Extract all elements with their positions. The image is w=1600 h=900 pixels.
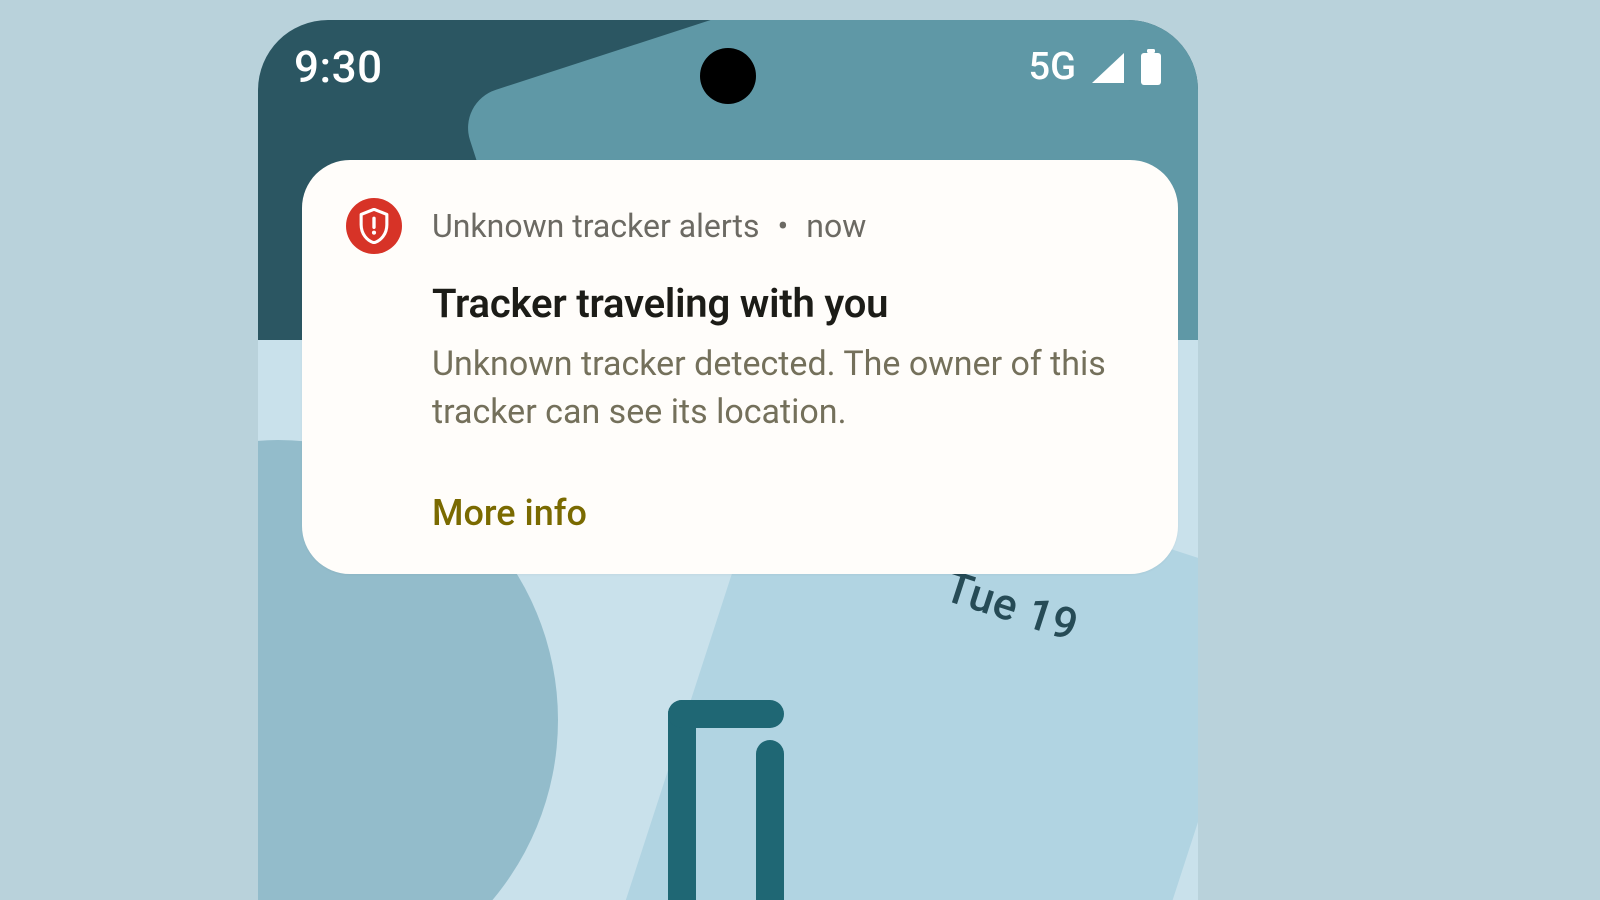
notification-text: Unknown tracker detected. The owner of t… <box>432 341 1132 436</box>
notification-separator: • <box>777 207 788 245</box>
battery-icon <box>1140 49 1162 85</box>
network-type-label: 5G <box>1029 45 1076 89</box>
wallpaper-luggage-handle <box>668 700 784 728</box>
more-info-button[interactable]: More info <box>432 492 587 534</box>
notification-card[interactable]: Unknown tracker alerts • now Tracker tra… <box>302 160 1178 574</box>
screenshot-canvas: Tue 19 9:30 5G <box>0 0 1600 900</box>
camera-punch-hole <box>700 48 756 104</box>
notification-body: Tracker traveling with you Unknown track… <box>346 254 1134 534</box>
notification-app-name: Unknown tracker alerts <box>432 207 759 245</box>
notification-timestamp: now <box>806 207 866 245</box>
shield-alert-icon <box>346 198 402 254</box>
notification-title: Tracker traveling with you <box>432 280 1134 327</box>
phone-frame: Tue 19 9:30 5G <box>258 20 1198 900</box>
notification-header: Unknown tracker alerts • now <box>346 198 1134 254</box>
notification-app-line: Unknown tracker alerts • now <box>432 207 866 245</box>
status-right-group: 5G <box>1029 45 1162 89</box>
wallpaper-luggage-handle <box>668 700 696 900</box>
status-time: 9:30 <box>294 41 383 93</box>
wallpaper-luggage-handle <box>756 740 784 900</box>
cellular-signal-icon <box>1090 51 1126 83</box>
